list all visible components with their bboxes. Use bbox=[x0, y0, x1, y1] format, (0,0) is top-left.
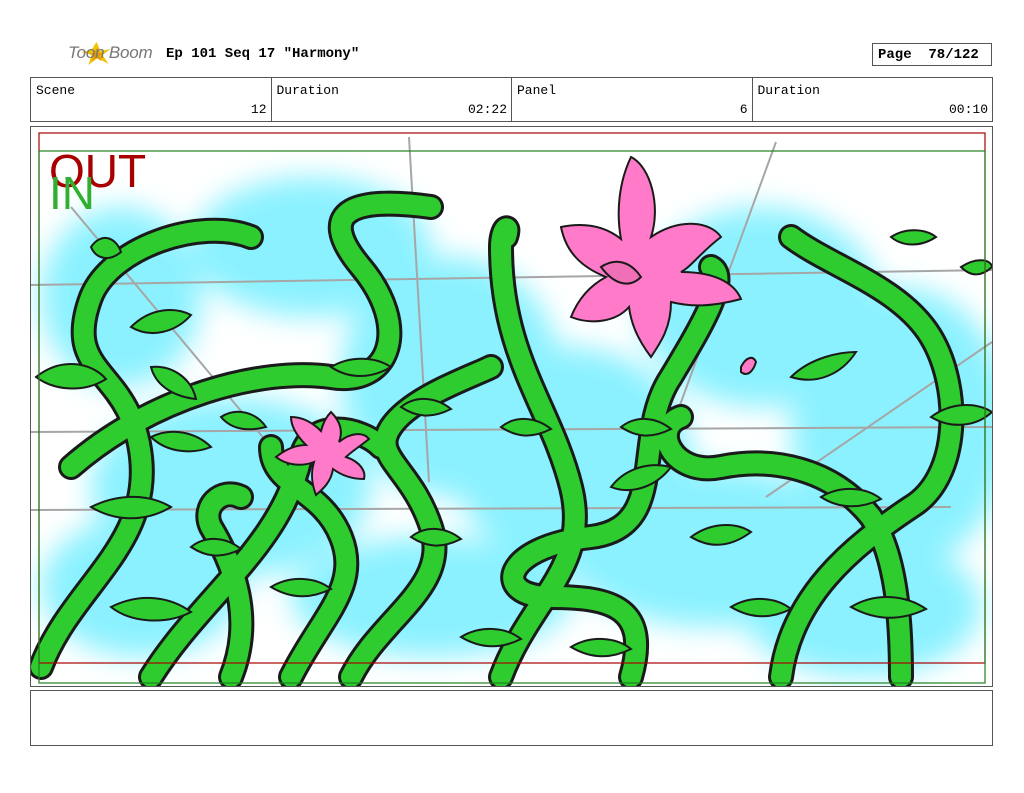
storyboard-panel: OUT IN bbox=[30, 126, 993, 687]
panel-value: 6 bbox=[739, 102, 748, 117]
panel-cell: Panel 6 bbox=[512, 78, 753, 121]
panel-notes[interactable] bbox=[30, 690, 993, 746]
panel-duration-cell: Duration 00:10 bbox=[753, 78, 993, 121]
panel-artwork: OUT IN bbox=[31, 132, 992, 686]
scene-duration-value: 02:22 bbox=[467, 102, 507, 117]
scene-cell: Scene 12 bbox=[31, 78, 272, 121]
page-indicator: Page 78/122 bbox=[872, 43, 992, 66]
storyboard-title: Ep 101 Seq 17 "Harmony" bbox=[166, 46, 360, 62]
in-label: IN bbox=[49, 167, 95, 219]
panel-label: Panel bbox=[517, 83, 557, 98]
panel-duration-label: Duration bbox=[757, 83, 820, 98]
panel-duration-value: 00:10 bbox=[948, 102, 988, 117]
logo-text: Toon Boom bbox=[68, 43, 153, 62]
scene-value: 12 bbox=[250, 102, 267, 117]
panel-info-row: Scene 12 Duration 02:22 Panel 6 Duration… bbox=[30, 77, 993, 122]
scene-duration-label: Duration bbox=[276, 83, 339, 98]
scene-label: Scene bbox=[36, 83, 76, 98]
scene-duration-cell: Duration 02:22 bbox=[272, 78, 512, 121]
